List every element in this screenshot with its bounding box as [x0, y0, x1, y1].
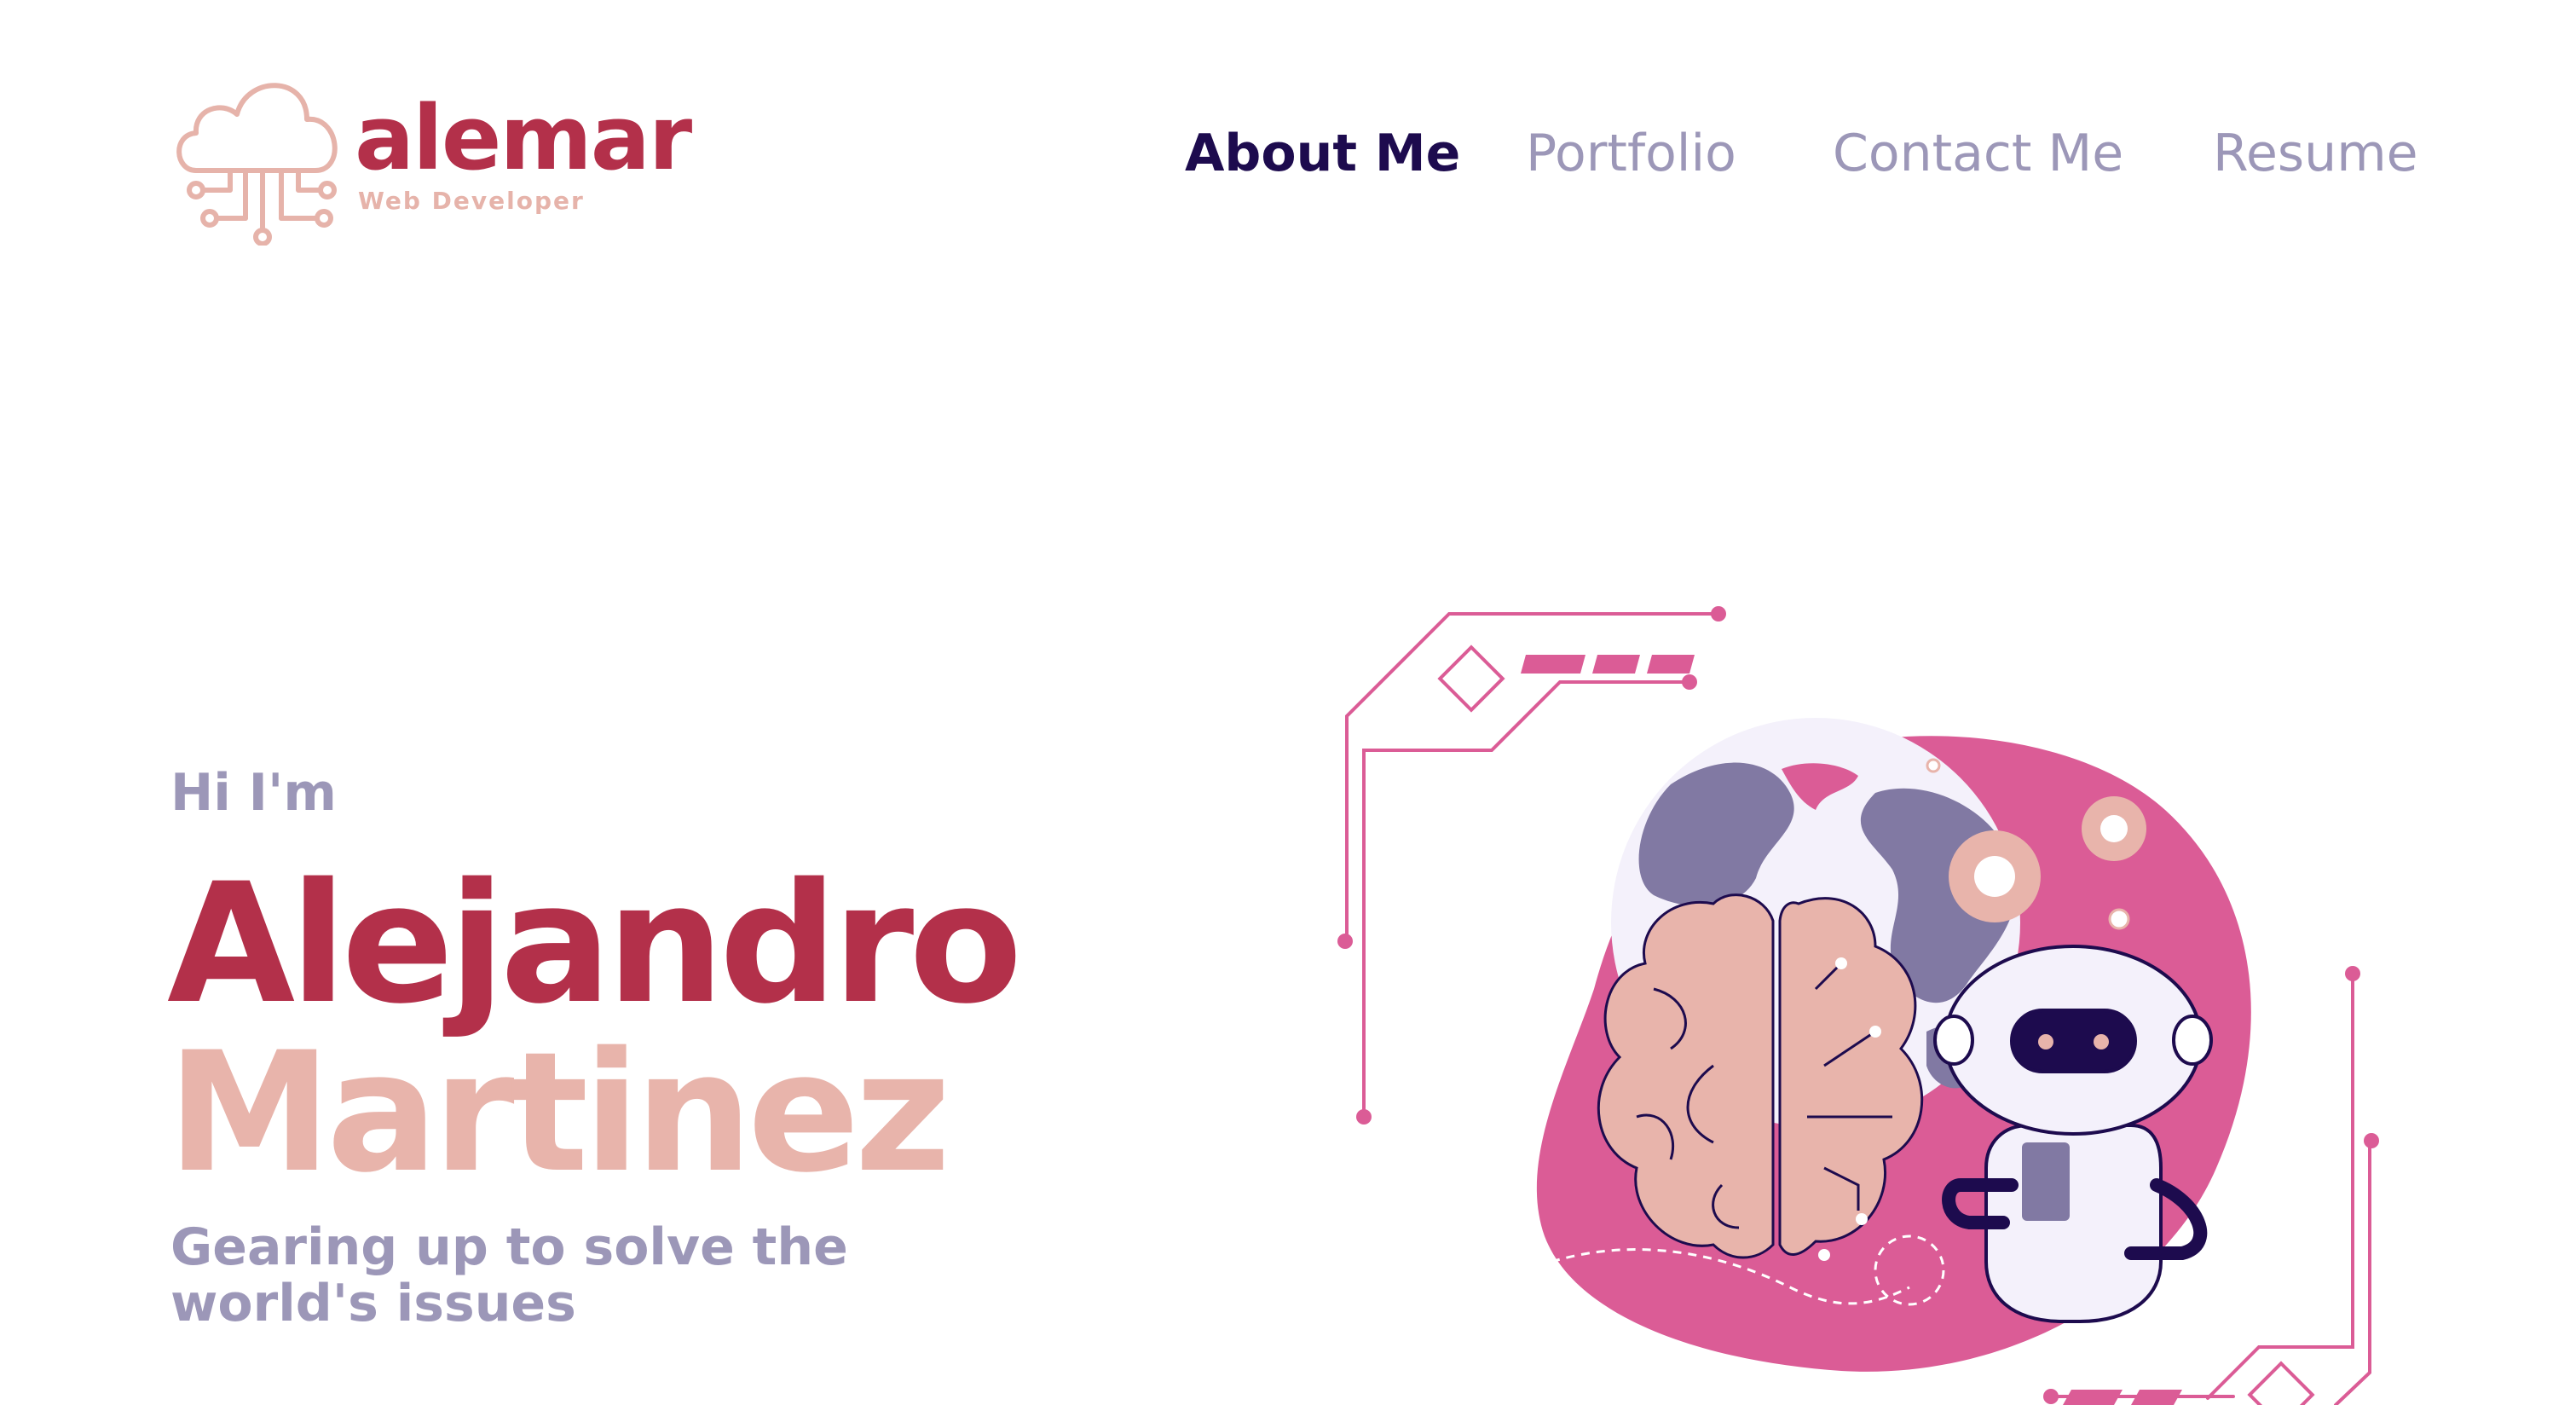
- first-name: Alejandro: [167, 847, 1023, 1040]
- nav-portfolio[interactable]: Portfolio: [1526, 119, 1736, 188]
- nav-resume[interactable]: Resume: [2213, 119, 2418, 188]
- nav-contact-me[interactable]: Contact Me: [1833, 119, 2123, 188]
- brain-icon: [1597, 893, 1924, 1261]
- last-name: Martinez: [167, 1016, 950, 1209]
- site-header: alemar Web Developer About Me Portfolio …: [0, 0, 2576, 256]
- greeting: Hi I'm: [170, 763, 337, 823]
- hero-tagline: Gearing up to solve the world's issues: [170, 1217, 848, 1333]
- logo[interactable]: alemar Web Developer: [170, 66, 699, 246]
- logo-tagline: Web Developer: [358, 187, 585, 215]
- hero-illustration: [1337, 606, 2379, 1405]
- nav-about-me[interactable]: About Me: [1185, 119, 1460, 188]
- cloud-circuit-icon: [176, 83, 338, 246]
- logo-name: alemar: [355, 86, 692, 190]
